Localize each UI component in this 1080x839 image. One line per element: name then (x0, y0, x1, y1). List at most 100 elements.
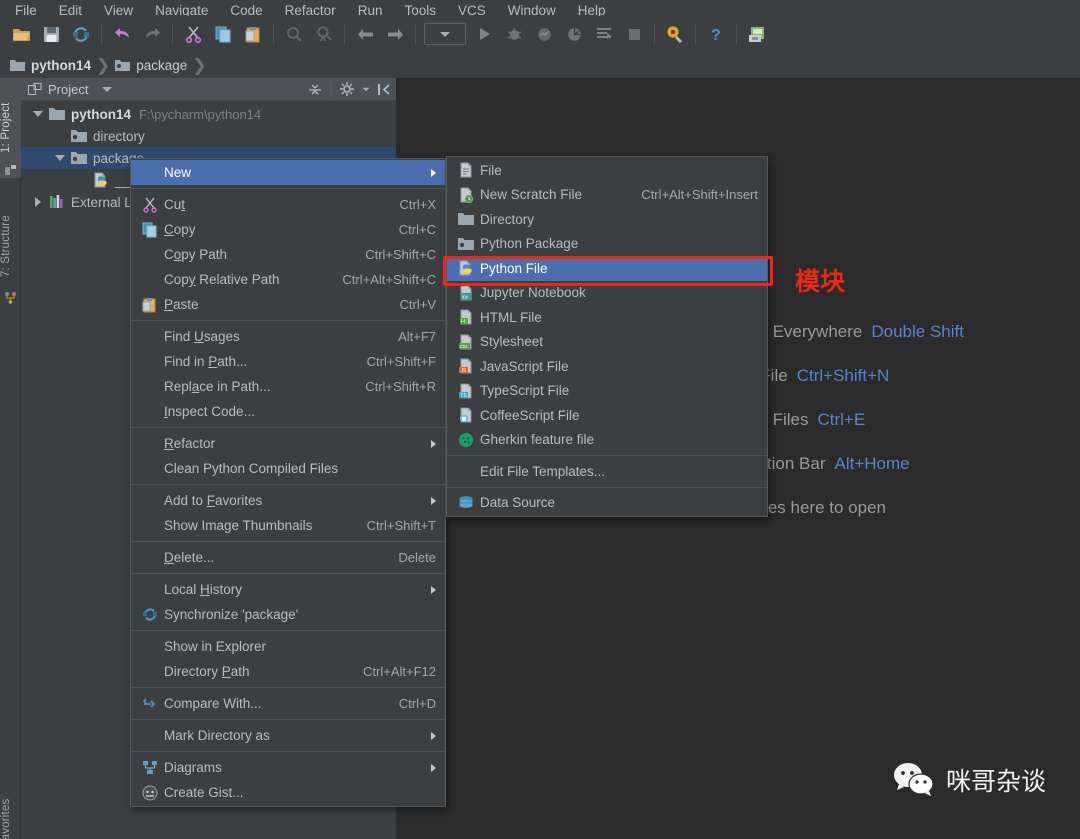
coverage-icon[interactable] (530, 20, 558, 48)
menu-code[interactable]: Code (219, 1, 273, 16)
menu-help[interactable]: Help (567, 1, 617, 16)
new-submenu-item-label: JavaScript File (480, 358, 569, 374)
context-menu-item-cut[interactable]: Cut Ctrl+X (131, 192, 445, 217)
new-submenu-item-python-file[interactable]: Python File (447, 256, 767, 281)
menu-refactor[interactable]: Refactor (274, 1, 347, 16)
back-icon[interactable] (351, 20, 379, 48)
save-all-icon[interactable] (37, 20, 65, 48)
sidebar-item-structure[interactable]: 7: Structure (0, 188, 21, 304)
collapse-all-icon[interactable] (308, 83, 322, 96)
new-submenu-item-label: HTML File (480, 309, 542, 325)
context-menu-item-compare-with[interactable]: Compare With... Ctrl+D (131, 691, 445, 716)
context-menu-item-find-usages[interactable]: Find Usages Alt+F7 (131, 324, 445, 349)
context-menu-item-inspect-code[interactable]: Inspect Code... (131, 399, 445, 424)
context-menu-item-new[interactable]: New (131, 160, 445, 185)
menu-navigate[interactable]: Navigate (144, 1, 219, 16)
new-submenu-item-gherkin-feature-file[interactable]: Gherkin feature file (447, 428, 767, 453)
settings-icon[interactable] (661, 20, 689, 48)
menu-run[interactable]: Run (347, 1, 394, 16)
context-menu-item-mark-directory-as[interactable]: Mark Directory as (131, 723, 445, 748)
copy-icon[interactable] (209, 20, 237, 48)
new-submenu-item-file[interactable]: File (447, 158, 767, 183)
menu-window[interactable]: Window (497, 1, 567, 16)
toolbar-divider (736, 24, 737, 44)
new-submenu-item-new-scratch-file[interactable]: New Scratch File Ctrl+Alt+Shift+Insert (447, 183, 767, 208)
tree-item-directory[interactable]: directory (21, 125, 396, 147)
new-submenu-item-html-file[interactable]: H HTML File (447, 305, 767, 330)
new-submenu-item-edit-file-templates[interactable]: Edit File Templates... (447, 459, 767, 484)
new-submenu-item-stylesheet[interactable]: css Stylesheet (447, 330, 767, 355)
context-menu-item-find-in-path[interactable]: Find in Path... Ctrl+Shift+F (131, 349, 445, 374)
context-menu-item-label: New (164, 165, 192, 180)
replace-icon[interactable] (310, 20, 338, 48)
menu-file[interactable]: File (4, 1, 48, 16)
new-submenu-item-label: File (480, 162, 502, 178)
context-menu-item-copy-relative-path[interactable]: Copy Relative Path Ctrl+Alt+Shift+C (131, 267, 445, 292)
data-source-icon (456, 495, 476, 511)
find-icon[interactable] (280, 20, 308, 48)
run-config-combo[interactable] (424, 23, 466, 45)
new-submenu-item-coffeescript-file[interactable]: CoffeeScript File (447, 403, 767, 428)
attach-icon[interactable] (590, 20, 618, 48)
menu-vcs[interactable]: VCS (447, 1, 497, 16)
breadcrumb-item-project[interactable]: python14 (6, 58, 95, 73)
context-menu: New Cut Ctrl+X Copy Ctrl+C Copy Path Ctrl+Shif… (130, 158, 446, 807)
context-menu-item-add-to-favorites[interactable]: Add to Favorites (131, 488, 445, 513)
paste-icon (142, 297, 156, 312)
hide-icon[interactable] (378, 83, 390, 96)
context-menu-item-copy-path[interactable]: Copy Path Ctrl+Shift+C (131, 242, 445, 267)
context-menu-item-local-history[interactable]: Local History (131, 577, 445, 602)
context-menu-item-synchronize-package[interactable]: Synchronize 'package' (131, 602, 445, 627)
run-icon[interactable] (470, 20, 498, 48)
folder-icon (10, 59, 25, 71)
context-menu-item-directory-path[interactable]: Directory Path Ctrl+Alt+F12 (131, 659, 445, 684)
expand-caret-icon[interactable] (31, 197, 45, 207)
html-file-icon: H (460, 309, 472, 325)
pycharm-window: File Edit View Navigate Code Refactor Run Tools… (0, 0, 1080, 839)
editor-hint-shortcut: Double Shift (871, 322, 964, 341)
debug-icon[interactable] (500, 20, 528, 48)
collapse-caret-icon[interactable] (31, 111, 45, 117)
context-menu-item-show-image-thumbnails[interactable]: Show Image Thumbnails Ctrl+Shift+T (131, 513, 445, 538)
context-menu-item-create-gist[interactable]: Create Gist... (131, 780, 445, 805)
context-menu-item-refactor[interactable]: Refactor (131, 431, 445, 456)
menu-edit[interactable]: Edit (48, 1, 93, 16)
new-submenu-item-label: CoffeeScript File (480, 407, 580, 423)
new-submenu-item-directory[interactable]: Directory (447, 207, 767, 232)
undo-icon[interactable] (108, 20, 136, 48)
menu-view[interactable]: View (93, 1, 144, 16)
context-menu-item-delete[interactable]: Delete... Delete (131, 545, 445, 570)
profile-icon[interactable] (560, 20, 588, 48)
cut-icon[interactable] (179, 20, 207, 48)
redo-icon[interactable] (138, 20, 166, 48)
chevron-down-icon[interactable] (362, 87, 370, 91)
sidebar-item-favorites[interactable]: 2: Favorites (0, 771, 21, 839)
new-submenu-item-python-package[interactable]: Python Package (447, 232, 767, 257)
collapse-caret-icon[interactable] (53, 155, 67, 161)
breadcrumb-item-package[interactable]: package (111, 58, 191, 73)
settings-gear-icon[interactable] (340, 82, 354, 96)
chevron-down-icon[interactable] (102, 86, 113, 92)
new-submenu-item-data-source[interactable]: Data Source (447, 491, 767, 516)
open-icon[interactable] (7, 20, 35, 48)
paste-icon[interactable] (239, 20, 267, 48)
context-menu-item-show-in-explorer[interactable]: Show in Explorer (131, 634, 445, 659)
context-menu-item-paste[interactable]: Paste Ctrl+V (131, 292, 445, 317)
new-submenu-item-jupyter-notebook[interactable]: ipy Jupyter Notebook (447, 281, 767, 306)
context-menu-item-diagrams[interactable]: Diagrams (131, 755, 445, 780)
tree-item-python14[interactable]: python14 F:\pycharm\python14 (21, 103, 396, 125)
forward-icon[interactable] (381, 20, 409, 48)
sync-icon[interactable] (67, 20, 95, 48)
new-submenu-item-javascript-file[interactable]: JS JavaScript File (447, 354, 767, 379)
context-menu-item-clean-python-compiled-files[interactable]: Clean Python Compiled Files (131, 456, 445, 481)
context-menu-item-copy[interactable]: Copy Ctrl+C (131, 217, 445, 242)
context-menu-item-replace-in-path[interactable]: Replace in Path... Ctrl+Shift+R (131, 374, 445, 399)
database-icon[interactable] (743, 20, 771, 48)
menu-tools[interactable]: Tools (393, 1, 447, 16)
sidebar-item-project[interactable]: 1: Project (0, 78, 21, 178)
context-menu-item-shortcut: Delete (398, 550, 436, 565)
new-submenu-item-shortcut: Ctrl+Alt+Shift+Insert (641, 187, 758, 203)
help-icon[interactable]: ? (702, 20, 730, 48)
new-submenu-item-typescript-file[interactable]: TS TypeScript File (447, 379, 767, 404)
stop-icon[interactable] (620, 20, 648, 48)
